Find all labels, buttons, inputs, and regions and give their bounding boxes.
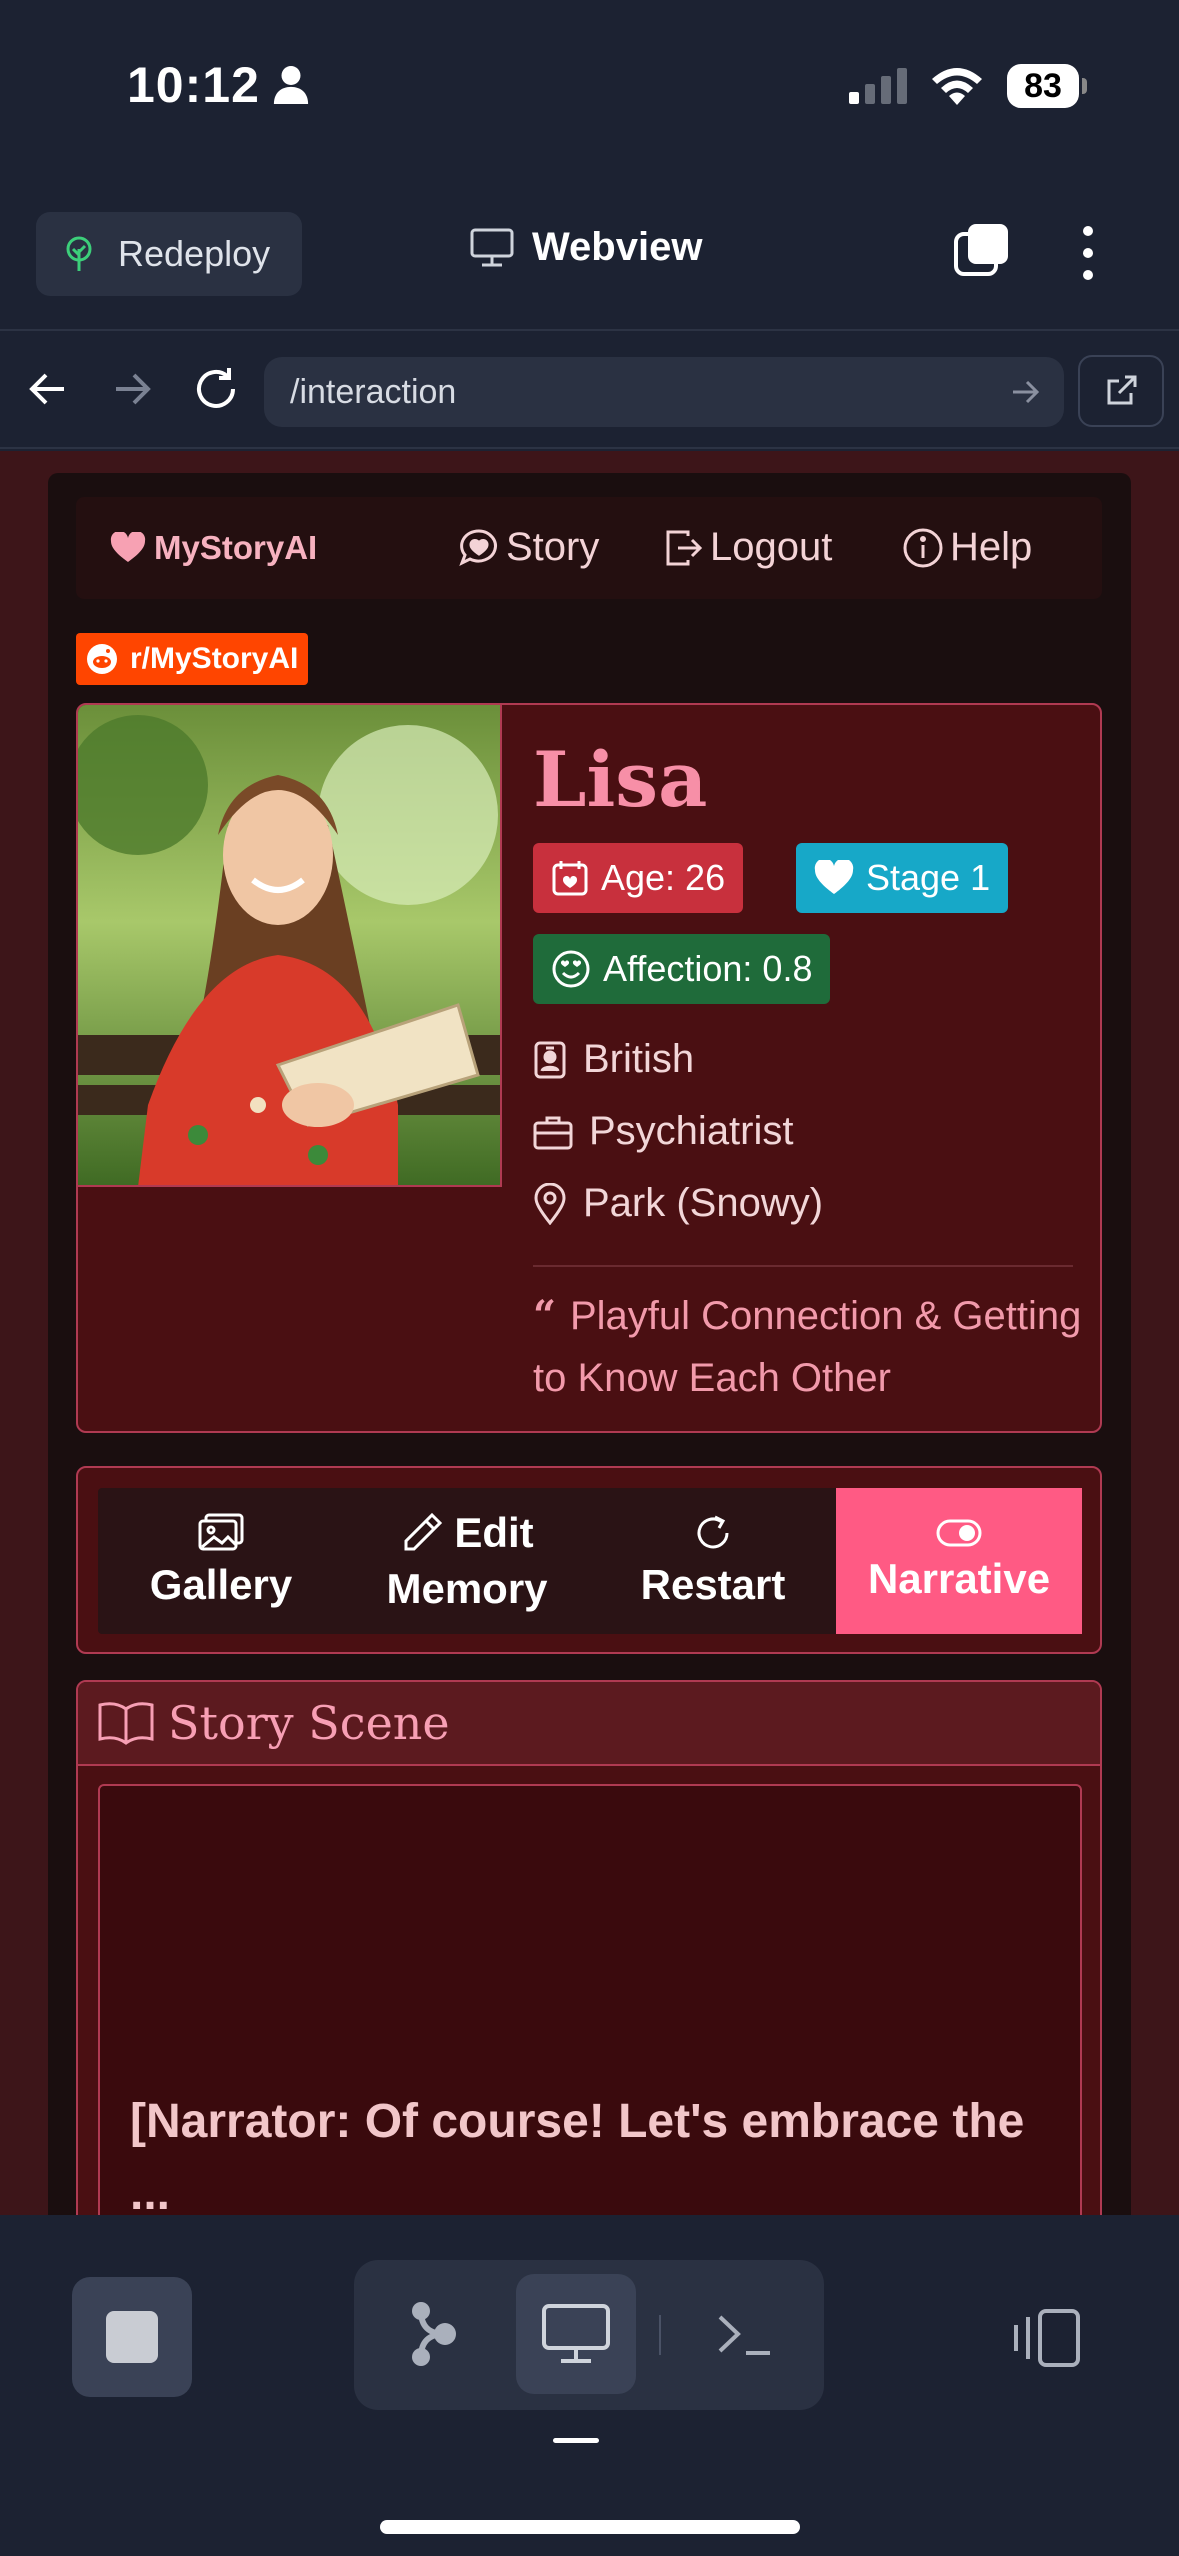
character-profile-card: Lisa Age: 26 Stage 1 Affection: 0.8 Brit… bbox=[76, 703, 1102, 1433]
briefcase-icon bbox=[533, 1116, 573, 1149]
url-input[interactable]: /interaction bbox=[264, 357, 1064, 427]
redeploy-button[interactable]: Redeploy bbox=[36, 212, 302, 296]
external-link-icon bbox=[1107, 375, 1137, 405]
monitor-icon bbox=[470, 228, 514, 266]
terminal-view-button[interactable] bbox=[684, 2274, 804, 2394]
reddit-link[interactable]: r/MyStoryAI bbox=[76, 633, 309, 685]
heart-icon bbox=[814, 860, 854, 894]
tabs-icon[interactable] bbox=[952, 220, 1012, 280]
reddit-icon bbox=[87, 644, 117, 674]
webview-content: MyStoryAI Story Logout Help r/MyStoryAI bbox=[0, 451, 1179, 2215]
age-badge: Age: 26 bbox=[533, 843, 744, 913]
actions-card: Gallery Edit Memory Restart Narrative bbox=[76, 1466, 1102, 1654]
gallery-button[interactable]: Gallery bbox=[98, 1488, 344, 1634]
restart-button[interactable]: Restart bbox=[590, 1488, 836, 1634]
story-scene-card: Story Scene [Narrator: Of course! Let's … bbox=[76, 1680, 1102, 2215]
narrative-toggle-button[interactable]: Narrative bbox=[836, 1488, 1082, 1634]
page-container: MyStoryAI Story Logout Help r/MyStoryAI bbox=[48, 473, 1131, 2215]
url-bar: /interaction bbox=[0, 331, 1179, 449]
bottom-toolbar bbox=[0, 2215, 1179, 2556]
character-photo bbox=[78, 705, 502, 1187]
toggle-on-icon bbox=[936, 1519, 982, 1547]
reload-icon bbox=[197, 368, 235, 408]
stage-badge: Stage 1 bbox=[796, 843, 1009, 913]
location-row: Park (Snowy) bbox=[533, 1181, 823, 1226]
site-navbar: MyStoryAI Story Logout Help bbox=[76, 497, 1102, 599]
webview-view-button[interactable] bbox=[516, 2274, 636, 2394]
story-scene-header: Story Scene bbox=[78, 1682, 1100, 1766]
heart-eyes-icon bbox=[552, 950, 590, 988]
status-time: 10:12 bbox=[127, 56, 310, 114]
story-scene-text: [Narrator: Of course! Let's embrace the … bbox=[130, 2095, 1025, 2215]
side-panel-icon[interactable] bbox=[1010, 2307, 1082, 2369]
stop-button[interactable] bbox=[72, 2277, 192, 2397]
wifi-icon bbox=[932, 68, 982, 105]
info-icon bbox=[903, 528, 943, 567]
arrow-right-icon bbox=[116, 373, 151, 405]
view-switcher bbox=[354, 2260, 824, 2410]
story-scene-text-area[interactable]: [Narrator: Of course! Let's embrace the … bbox=[98, 1784, 1082, 2215]
images-icon bbox=[198, 1513, 244, 1551]
segment-divider bbox=[659, 2315, 661, 2355]
calendar-heart-icon bbox=[552, 861, 588, 896]
id-badge-icon bbox=[534, 1041, 566, 1078]
edit-memory-button[interactable]: Edit Memory bbox=[344, 1488, 590, 1634]
app-header: Redeploy Webview bbox=[0, 175, 1179, 331]
more-vertical-icon[interactable] bbox=[1078, 223, 1098, 283]
occupation-row: Psychiatrist bbox=[533, 1109, 794, 1154]
action-toolbar: Gallery Edit Memory Restart Narrative bbox=[98, 1488, 1082, 1634]
logout-icon bbox=[666, 530, 703, 565]
open-external-button[interactable] bbox=[1078, 355, 1164, 427]
webview-title: Webview bbox=[470, 225, 702, 270]
map-pin-icon bbox=[534, 1182, 566, 1225]
pencil-icon bbox=[404, 1512, 443, 1551]
relationship-quote: “ Playful Connection & Getting to Know E… bbox=[533, 1292, 1082, 1400]
affection-badge: Affection: 0.8 bbox=[533, 934, 831, 1004]
heart-icon bbox=[110, 532, 146, 562]
chat-heart-icon bbox=[459, 528, 497, 566]
quote-icon: “ bbox=[533, 1292, 570, 1339]
forward-button[interactable] bbox=[104, 361, 160, 417]
branch-icon bbox=[412, 2302, 456, 2366]
tree-icon bbox=[66, 236, 92, 271]
monitor-icon bbox=[542, 2304, 610, 2363]
battery-indicator: 83 bbox=[1007, 64, 1087, 108]
nav-help-link[interactable]: Help bbox=[902, 525, 1032, 570]
book-open-icon bbox=[98, 1702, 154, 1745]
nav-story-link[interactable]: Story bbox=[458, 525, 599, 570]
brand-link[interactable]: MyStoryAI bbox=[110, 529, 317, 567]
reload-button[interactable] bbox=[188, 361, 244, 417]
nav-logout-link[interactable]: Logout bbox=[664, 525, 832, 570]
back-button[interactable] bbox=[20, 361, 76, 417]
profile-divider bbox=[533, 1265, 1073, 1267]
restart-icon bbox=[697, 1515, 729, 1549]
status-bar: 10:12 83 bbox=[0, 0, 1179, 175]
arrow-left-icon bbox=[29, 373, 64, 405]
stop-icon bbox=[106, 2311, 158, 2363]
terminal-icon bbox=[718, 2315, 770, 2355]
signal-icon bbox=[849, 68, 907, 104]
person-icon bbox=[273, 66, 308, 104]
nationality-row: British bbox=[533, 1037, 694, 1082]
nodes-view-button[interactable] bbox=[374, 2274, 494, 2394]
character-name: Lisa bbox=[533, 735, 708, 824]
home-indicator[interactable] bbox=[380, 2520, 800, 2534]
go-arrow-icon[interactable] bbox=[1010, 377, 1040, 407]
drag-handle[interactable] bbox=[553, 2438, 599, 2443]
